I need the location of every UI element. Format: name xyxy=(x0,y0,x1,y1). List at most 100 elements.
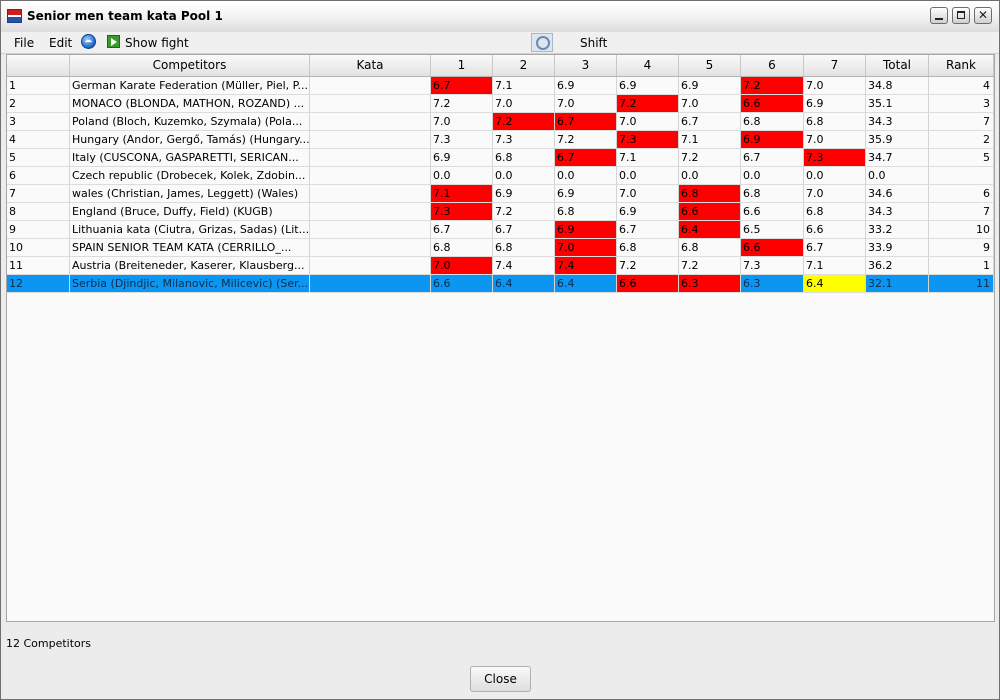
cell-s5: 7.0 xyxy=(679,95,741,113)
cell-s5: 6.7 xyxy=(679,113,741,131)
column-header[interactable]: 4 xyxy=(617,55,679,76)
cell-no: 6 xyxy=(7,167,70,185)
table-row[interactable]: 9 Lithuania kata (Ciutra, Grizas, Sadas) … xyxy=(7,221,994,239)
cell-s2: 7.2 xyxy=(493,113,555,131)
table-row[interactable]: 6 Czech republic (Drobecek, Kolek, Zdobin… xyxy=(7,167,994,185)
table-row[interactable]: 4 Hungary (Andor, Gergő, Tamás) (Hungary.… xyxy=(7,131,994,149)
cell-s1: 7.1 xyxy=(431,185,493,203)
close-button[interactable]: Close xyxy=(470,666,531,692)
column-header[interactable]: 6 xyxy=(741,55,804,76)
table-row[interactable]: 11 Austria (Breiteneder, Kaserer, Klausbe… xyxy=(7,257,994,275)
cell-s1: 6.9 xyxy=(431,149,493,167)
cell-competitors: Czech republic (Drobecek, Kolek, Zdobin.… xyxy=(70,167,310,185)
cell-s5: 6.8 xyxy=(679,185,741,203)
cell-no: 10 xyxy=(7,239,70,257)
cell-rank: 9 xyxy=(929,239,994,257)
column-header[interactable]: Rank xyxy=(929,55,994,76)
cell-s4: 6.6 xyxy=(617,275,679,293)
competitor-count: 12 Competitors xyxy=(6,637,92,650)
cell-s5: 6.8 xyxy=(679,239,741,257)
column-header[interactable]: 1 xyxy=(431,55,493,76)
column-header[interactable]: 5 xyxy=(679,55,741,76)
table-row[interactable]: 1 German Karate Federation (Müller, Piel,… xyxy=(7,77,994,95)
cell-kata xyxy=(310,167,431,185)
table-row[interactable]: 12 Serbia (Djindjic, Milanovic, Milicevic… xyxy=(7,275,994,293)
cell-s5: 6.6 xyxy=(679,203,741,221)
cell-s1: 7.3 xyxy=(431,131,493,149)
cell-s5: 6.9 xyxy=(679,77,741,95)
play-icon[interactable] xyxy=(107,35,120,48)
cell-total: 34.6 xyxy=(866,185,929,203)
cell-s5: 7.2 xyxy=(679,257,741,275)
cell-s6: 6.5 xyxy=(741,221,804,239)
cell-no: 7 xyxy=(7,185,70,203)
cell-competitors: Italy (CUSCONA, GASPARETTI, SERICAN... xyxy=(70,149,310,167)
cell-no: 8 xyxy=(7,203,70,221)
cell-s4: 0.0 xyxy=(617,167,679,185)
cell-rank: 3 xyxy=(929,95,994,113)
cell-competitors: Poland (Bloch, Kuzemko, Szymala) (Pola..… xyxy=(70,113,310,131)
column-header[interactable]: 2 xyxy=(493,55,555,76)
cell-kata xyxy=(310,221,431,239)
cell-s2: 6.9 xyxy=(493,185,555,203)
column-header[interactable] xyxy=(7,55,70,76)
maximize-button[interactable] xyxy=(952,7,970,24)
cell-rank xyxy=(929,167,994,185)
cell-s6: 7.2 xyxy=(741,77,804,95)
table-row[interactable]: 10 SPAIN SENIOR TEAM KATA (CERRILLO_... 6.… xyxy=(7,239,994,257)
cell-s1: 6.6 xyxy=(431,275,493,293)
cell-s1: 7.0 xyxy=(431,113,493,131)
table-row[interactable]: 8 England (Bruce, Duffy, Field) (KUGB) 7.3… xyxy=(7,203,994,221)
menu-toolbar: File Edit Show fight Shift xyxy=(1,32,999,54)
cell-kata xyxy=(310,239,431,257)
column-header[interactable]: Total xyxy=(866,55,929,76)
cell-s3: 6.8 xyxy=(555,203,617,221)
cell-competitors: Austria (Breiteneder, Kaserer, Klausberg… xyxy=(70,257,310,275)
cell-s3: 6.9 xyxy=(555,77,617,95)
menu-edit[interactable]: Edit xyxy=(49,36,72,50)
column-header[interactable]: 3 xyxy=(555,55,617,76)
cell-kata xyxy=(310,275,431,293)
shift-label[interactable]: Shift xyxy=(580,36,607,50)
cell-s7: 7.1 xyxy=(804,257,866,275)
cell-no: 9 xyxy=(7,221,70,239)
cell-s1: 7.3 xyxy=(431,203,493,221)
show-fight-button[interactable]: Show fight xyxy=(125,36,189,50)
table-row[interactable]: 2 MONACO (BLONDA, MATHON, ROZAND) ... 7.2 7… xyxy=(7,95,994,113)
column-header[interactable]: Kata xyxy=(310,55,431,76)
column-header[interactable]: 7 xyxy=(804,55,866,76)
menu-file[interactable]: File xyxy=(14,36,34,50)
cell-s7: 7.0 xyxy=(804,77,866,95)
cell-no: 11 xyxy=(7,257,70,275)
cell-s6: 6.8 xyxy=(741,113,804,131)
cell-s2: 6.7 xyxy=(493,221,555,239)
minimize-button[interactable] xyxy=(930,7,948,24)
cell-no: 1 xyxy=(7,77,70,95)
cell-s4: 6.9 xyxy=(617,203,679,221)
close-icon: ✕ xyxy=(977,8,989,22)
cell-s5: 6.4 xyxy=(679,221,741,239)
cell-s1: 6.7 xyxy=(431,77,493,95)
cell-rank: 4 xyxy=(929,77,994,95)
cell-s5: 7.1 xyxy=(679,131,741,149)
cell-s3: 6.7 xyxy=(555,113,617,131)
column-header[interactable]: Competitors xyxy=(70,55,310,76)
cell-total: 35.1 xyxy=(866,95,929,113)
cell-total: 0.0 xyxy=(866,167,929,185)
cell-competitors: Lithuania kata (Ciutra, Grizas, Sadas) (… xyxy=(70,221,310,239)
cell-s6: 0.0 xyxy=(741,167,804,185)
cell-s7: 7.0 xyxy=(804,185,866,203)
table-row[interactable]: 3 Poland (Bloch, Kuzemko, Szymala) (Pola.… xyxy=(7,113,994,131)
close-window-button[interactable]: ✕ xyxy=(974,7,992,24)
cell-s6: 6.6 xyxy=(741,203,804,221)
shift-toggle-icon[interactable] xyxy=(531,33,553,52)
cell-s2: 7.0 xyxy=(493,95,555,113)
cell-s7: 7.0 xyxy=(804,131,866,149)
title-bar[interactable]: Senior men team kata Pool 1 ✕ xyxy=(1,1,999,33)
window-title: Senior men team kata Pool 1 xyxy=(27,9,223,23)
table-row[interactable]: 7 wales (Christian, James, Leggett) (Wale… xyxy=(7,185,994,203)
cell-s6: 7.3 xyxy=(741,257,804,275)
table-row[interactable]: 5 Italy (CUSCONA, GASPARETTI, SERICAN... 6… xyxy=(7,149,994,167)
cell-s2: 0.0 xyxy=(493,167,555,185)
globe-icon[interactable] xyxy=(81,34,96,49)
